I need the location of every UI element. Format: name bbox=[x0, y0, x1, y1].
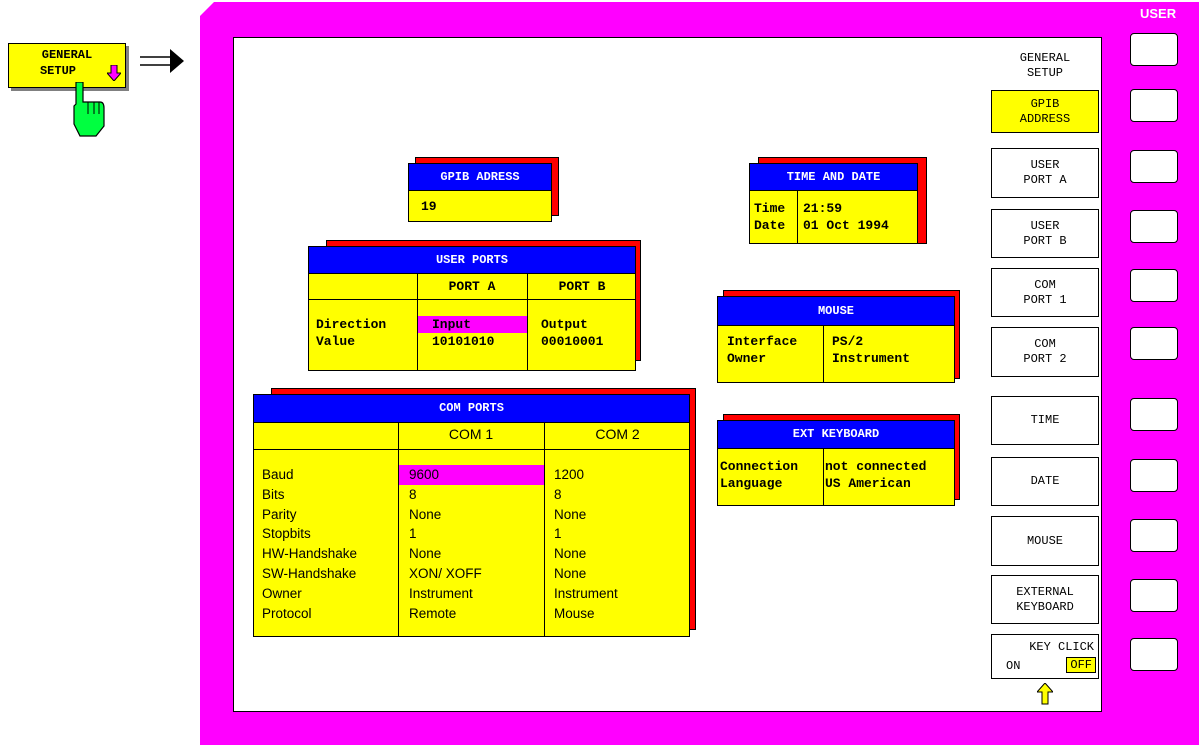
user-port-a-direction[interactable]: Input bbox=[418, 316, 527, 333]
general-setup-key-label-2: SETUP bbox=[39, 64, 76, 78]
time-date-panel-title: TIME AND DATE bbox=[750, 164, 917, 191]
mouse-panel-title: MOUSE bbox=[718, 297, 954, 326]
user-ports-panel-title: USER PORTS bbox=[309, 247, 635, 274]
divider bbox=[823, 448, 824, 505]
double-arrow-right-icon bbox=[140, 49, 184, 73]
general-setup-key[interactable]: GENERAL SETUP bbox=[8, 43, 126, 88]
mouse-values[interactable]: PS/2 Instrument bbox=[832, 333, 910, 367]
divider bbox=[544, 422, 545, 636]
divider bbox=[797, 190, 798, 243]
hand-pointer-icon bbox=[73, 82, 105, 137]
hardkey-8[interactable] bbox=[1130, 459, 1178, 492]
softkey-key-click[interactable]: KEY CLICK ON OFF bbox=[991, 634, 1099, 679]
user-port-a-value[interactable]: 10101010 bbox=[432, 333, 494, 350]
com1-values[interactable]: 8 None 1 None XON/ XOFF Instrument Remot… bbox=[409, 485, 482, 624]
softkey-user-port-b[interactable]: USER PORT B bbox=[991, 209, 1099, 258]
com-ports-row-labels: Baud Bits Parity Stopbits HW-Handshake S… bbox=[262, 467, 358, 621]
ext-keyboard-panel: EXT KEYBOARD Connection Language not con… bbox=[717, 420, 955, 506]
softkey-date[interactable]: DATE bbox=[991, 457, 1099, 506]
gpib-panel: GPIB ADRESS 19 bbox=[408, 163, 552, 222]
menu-title: GENERAL SETUP bbox=[1019, 51, 1071, 80]
com-ports-panel: COM PORTS COM 1 COM 2 Baud Bits Parity S… bbox=[253, 394, 690, 637]
user-port-a-header: PORT A bbox=[448, 279, 496, 294]
hardkey-10[interactable] bbox=[1130, 579, 1178, 612]
gpib-value[interactable]: 19 bbox=[421, 198, 437, 215]
hardkey-5[interactable] bbox=[1130, 269, 1178, 302]
user-label: USER bbox=[1140, 6, 1177, 21]
key-click-on: ON bbox=[1006, 659, 1021, 673]
mouse-labels: Interface Owner bbox=[727, 334, 798, 366]
softkey-mouse[interactable]: MOUSE bbox=[991, 516, 1099, 566]
time-date-panel: TIME AND DATE Time Date 21:59 01 Oct 199… bbox=[749, 163, 918, 244]
key-click-label: KEY CLICK bbox=[1029, 640, 1094, 654]
divider bbox=[398, 422, 399, 636]
com-ports-panel-title: COM PORTS bbox=[254, 395, 689, 423]
softkey-external-keyboard[interactable]: EXTERNAL KEYBOARD bbox=[991, 575, 1099, 624]
time-date-values[interactable]: 21:59 01 Oct 1994 bbox=[803, 200, 889, 234]
com1-baud[interactable]: 9600 bbox=[399, 465, 544, 485]
softkey-com-port-2[interactable]: COM PORT 2 bbox=[991, 327, 1099, 377]
general-setup-key-label-1: GENERAL bbox=[41, 48, 93, 62]
com1-header: COM 1 bbox=[448, 426, 494, 442]
hardkey-1[interactable] bbox=[1130, 33, 1178, 66]
time-date-labels: Time Date bbox=[754, 201, 786, 233]
softkey-user-port-a[interactable]: USER PORT A bbox=[991, 148, 1099, 198]
hardkey-7[interactable] bbox=[1130, 398, 1178, 431]
ext-keyboard-panel-title: EXT KEYBOARD bbox=[718, 421, 954, 449]
user-port-b-values[interactable]: Output 00010001 bbox=[541, 316, 603, 350]
softkey-time[interactable]: TIME bbox=[991, 396, 1099, 445]
user-ports-row-labels: Direction Value bbox=[316, 317, 387, 349]
hardkey-6[interactable] bbox=[1130, 327, 1178, 360]
user-ports-panel: USER PORTS PORT A PORT B Direction Value… bbox=[308, 246, 636, 371]
divider bbox=[823, 325, 824, 382]
ext-keyboard-values[interactable]: not connected US American bbox=[825, 458, 926, 492]
mouse-panel: MOUSE Interface Owner PS/2 Instrument bbox=[717, 296, 955, 383]
user-port-b-header: PORT B bbox=[558, 279, 606, 294]
hardkey-4[interactable] bbox=[1130, 210, 1178, 243]
hardkey-3[interactable] bbox=[1130, 150, 1178, 183]
divider bbox=[254, 449, 689, 450]
com2-values[interactable]: 1200 8 None 1 None None Instrument Mouse bbox=[554, 465, 618, 623]
hardkey-11[interactable] bbox=[1130, 638, 1178, 671]
gpib-panel-title: GPIB ADRESS bbox=[409, 164, 551, 191]
hardkey-2[interactable] bbox=[1130, 89, 1178, 122]
hardkey-9[interactable] bbox=[1130, 519, 1178, 552]
ext-keyboard-labels: Connection Language bbox=[720, 459, 799, 491]
key-click-off: OFF bbox=[1066, 657, 1096, 673]
softkey-gpib-address[interactable]: GPIB ADDRESS bbox=[991, 90, 1099, 133]
softkey-com-port-1[interactable]: COM PORT 1 bbox=[991, 268, 1099, 317]
arrow-down-icon bbox=[107, 65, 121, 81]
divider bbox=[309, 299, 635, 300]
com2-header: COM 2 bbox=[595, 426, 640, 442]
arrow-up-icon bbox=[1037, 683, 1053, 705]
